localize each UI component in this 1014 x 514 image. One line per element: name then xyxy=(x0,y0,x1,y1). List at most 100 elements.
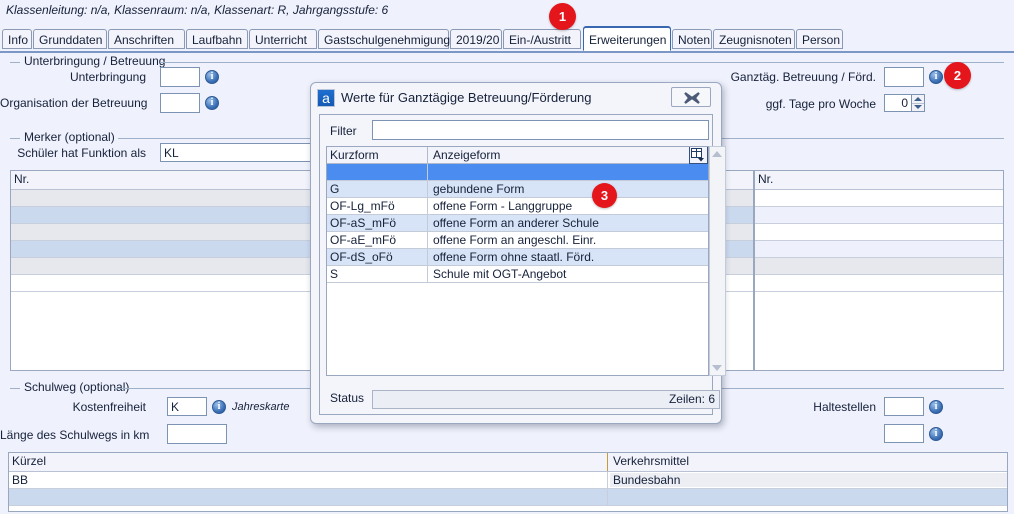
kostenfreiheit-input[interactable] xyxy=(167,397,207,416)
cell-divider xyxy=(607,472,608,488)
table-row[interactable] xyxy=(755,241,1003,258)
info-icon-unterbringung[interactable] xyxy=(205,70,219,84)
cell-divider xyxy=(427,266,428,282)
filter-label: Filter xyxy=(330,124,357,138)
tab-erweiterungen[interactable]: Erweiterungen xyxy=(583,27,671,51)
tab-gastschulgenehmigung[interactable]: Gastschulgenehmigung xyxy=(318,29,450,49)
tab-ein-austritt[interactable]: Ein-/Austritt xyxy=(503,29,581,49)
tab-strip: Info Grunddaten Anschriften Laufbahn Unt… xyxy=(0,27,1014,53)
cell-anzeigeform: offene Form - Langgruppe xyxy=(433,199,573,213)
annotation-badge-2: 2 xyxy=(944,62,971,89)
tab-unterricht[interactable]: Unterricht xyxy=(249,29,317,49)
kostenfreiheit-hint: Jahreskarte xyxy=(232,401,290,413)
tab-underline xyxy=(0,51,1014,53)
schulweg-column-divider[interactable] xyxy=(607,453,608,471)
scroll-down-arrow-icon[interactable] xyxy=(712,365,722,371)
cell-anzeigeform: offene Form an angeschl. Einr. xyxy=(433,233,597,247)
group-schulweg-title: Schulweg (optional) xyxy=(20,380,134,394)
group-merker-title: Merker (optional) xyxy=(20,130,119,144)
table-column-chooser-icon[interactable] xyxy=(689,147,708,164)
cell-anzeigeform: Schule mit OGT-Angebot xyxy=(433,267,567,281)
unterbringung-input[interactable] xyxy=(160,67,200,87)
spinner-down-arrow-icon[interactable] xyxy=(914,105,922,109)
table-row[interactable] xyxy=(755,207,1003,224)
merker-header-nr: Nr. xyxy=(14,172,30,186)
cell-divider xyxy=(427,232,428,248)
info-icon-haltestellen-2[interactable] xyxy=(929,427,943,441)
label-schueler-funktion: Schüler hat Funktion als xyxy=(17,146,146,160)
cell-divider xyxy=(427,181,428,197)
label-laenge-schulweg: Länge des Schulwegs in km xyxy=(0,428,150,442)
table-row[interactable] xyxy=(755,292,1003,370)
label-haltestellen: Haltestellen xyxy=(813,400,876,414)
row-count-text: Zeilen: 6 xyxy=(668,392,715,406)
schulweg-table[interactable]: Kürzel Verkehrsmittel BB Bundesbahn xyxy=(8,452,1008,512)
group-schulweg-dash xyxy=(10,388,20,389)
dialog-titlebar[interactable]: Werte für Ganztägige Betreuung/Förderung xyxy=(311,83,721,114)
filter-input[interactable] xyxy=(372,120,709,140)
info-icon-organisation[interactable] xyxy=(205,96,219,110)
group-merker-dash xyxy=(10,138,20,139)
spinner-up-arrow-icon[interactable] xyxy=(914,97,922,101)
cell-kurzform: OF-aE_mFö xyxy=(330,233,397,247)
cell-divider xyxy=(427,249,428,265)
table-row[interactable] xyxy=(755,190,1003,207)
tab-zeugnisnoten[interactable]: Zeugnisnoten xyxy=(713,29,795,49)
tab-anschriften[interactable]: Anschriften xyxy=(108,29,185,49)
table-row[interactable] xyxy=(9,506,1007,511)
haltestellen-input-2[interactable] xyxy=(884,424,924,443)
scroll-up-arrow-icon[interactable] xyxy=(712,151,722,157)
table-row[interactable]: BB Bundesbahn xyxy=(9,472,1007,489)
tab-person[interactable]: Person xyxy=(796,29,843,49)
grid-row[interactable]: S Schule mit OGT-Angebot xyxy=(327,266,708,283)
info-icon-ganztag[interactable] xyxy=(929,70,943,84)
label-ganztag-betreuung: Ganztäg. Betreuung / Förd. xyxy=(730,70,876,84)
grid-row[interactable] xyxy=(327,164,708,181)
cell-divider xyxy=(607,489,608,505)
dialog-body: Filter Kurzform Anzeigeform G gebundene … xyxy=(319,114,726,415)
info-icon-haltestellen-1[interactable] xyxy=(929,400,943,414)
laenge-schulweg-input[interactable] xyxy=(167,424,227,444)
ganztag-betreuung-input[interactable] xyxy=(884,67,924,87)
grid-header-anzeigeform: Anzeigeform xyxy=(433,148,501,162)
cell-anzeigeform: offene Form an anderer Schule xyxy=(433,216,599,230)
tab-grunddaten[interactable]: Grunddaten xyxy=(33,29,107,49)
cell-kurzform: S xyxy=(330,267,339,281)
annotation-badge-3: 3 xyxy=(592,183,617,208)
haltestellen-input-1[interactable] xyxy=(884,397,924,416)
grid-row[interactable]: G gebundene Form xyxy=(327,181,708,198)
grid-header: Kurzform Anzeigeform xyxy=(327,147,708,164)
grid-row[interactable]: OF-Lg_mFö offene Form - Langgruppe xyxy=(327,198,708,215)
organisation-betreuung-input[interactable] xyxy=(160,93,200,113)
tage-pro-woche-input[interactable] xyxy=(884,94,912,112)
tab-laufbahn[interactable]: Laufbahn xyxy=(186,29,248,49)
cell-divider xyxy=(427,198,428,214)
grid-vertical-scrollbar[interactable] xyxy=(709,146,726,376)
grid-row[interactable]: OF-aE_mFö offene Form an angeschl. Einr. xyxy=(327,232,708,249)
merker-right-header-nr: Nr. xyxy=(758,172,774,186)
tab-noten[interactable]: Noten xyxy=(672,29,712,49)
cell-kurzform: OF-dS_oFö xyxy=(330,250,393,264)
table-row[interactable] xyxy=(755,258,1003,275)
info-icon-kostenfreiheit[interactable] xyxy=(212,400,226,414)
grid-row[interactable]: OF-dS_oFö offene Form ohne staatl. Förd. xyxy=(327,249,708,266)
close-button[interactable] xyxy=(671,87,711,107)
table-row[interactable] xyxy=(755,224,1003,241)
cell-kuerzel: BB xyxy=(12,473,29,487)
a-app-icon xyxy=(317,89,335,107)
tab-2019-20[interactable]: 2019/20 xyxy=(450,29,502,49)
werte-grid[interactable]: Kurzform Anzeigeform G gebundene Form OF… xyxy=(326,146,709,376)
label-organisation-betreuung: Organisation der Betreuung xyxy=(0,96,148,110)
table-row[interactable] xyxy=(755,275,1003,292)
schulweg-header-verkehrsmittel: Verkehrsmittel xyxy=(613,454,690,468)
application-window: Klassenleitung: n/a, Klassenraum: n/a, K… xyxy=(0,0,1014,514)
close-icon xyxy=(684,92,700,104)
annotation-badge-1: 1 xyxy=(549,3,576,30)
tage-pro-woche-spinner[interactable] xyxy=(912,94,925,112)
grid-row[interactable]: OF-aS_mFö offene Form an anderer Schule xyxy=(327,215,708,232)
table-row[interactable] xyxy=(9,489,1007,506)
tab-info[interactable]: Info xyxy=(2,29,32,49)
group-unterbringung-title: Unterbringung / Betreuung xyxy=(20,54,170,68)
merker-table-right[interactable]: Nr. xyxy=(754,170,1004,371)
grid-header-divider[interactable] xyxy=(427,147,428,163)
